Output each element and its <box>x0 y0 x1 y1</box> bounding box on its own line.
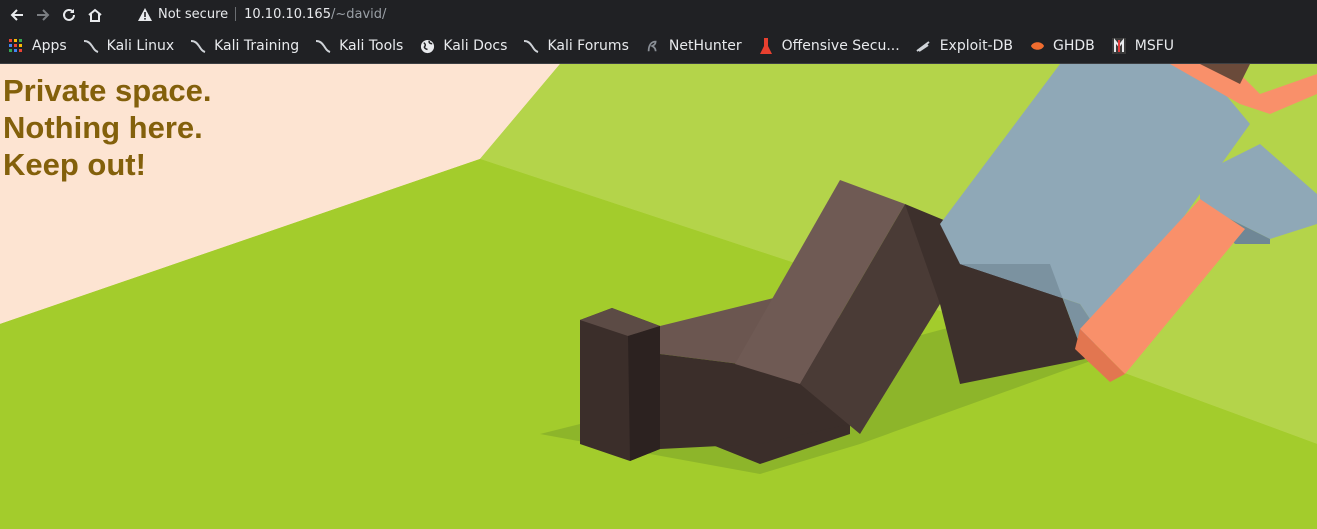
message-line: Nothing here. <box>3 110 203 145</box>
bookmark-apps[interactable]: Apps <box>0 29 75 63</box>
bookmark-kali-forums[interactable]: Kali Forums <box>515 29 636 63</box>
bookmark-kali-linux[interactable]: Kali Linux <box>75 29 182 63</box>
bookmark-nethunter[interactable]: NetHunter <box>637 29 750 63</box>
apps-grid-icon <box>8 38 24 54</box>
kali-dragon-icon <box>523 38 539 54</box>
forward-button[interactable] <box>30 2 56 28</box>
globe-icon <box>419 38 435 54</box>
back-button[interactable] <box>4 2 30 28</box>
address-bar[interactable]: Not secure 10.10.10.165/~david/ <box>136 2 386 26</box>
home-button[interactable] <box>82 2 108 28</box>
reload-icon <box>63 8 75 21</box>
bookmark-label: Kali Forums <box>547 38 629 54</box>
bookmark-label: Exploit-DB <box>939 38 1013 54</box>
warning-icon[interactable] <box>136 7 154 21</box>
bookmark-msfu[interactable]: MSFU <box>1103 29 1182 63</box>
message-text: Private space. Nothing here. Keep out! <box>3 72 212 183</box>
bookmark-offensive-security[interactable]: Offensive Secu... <box>750 29 908 63</box>
reload-button[interactable] <box>56 2 82 28</box>
nethunter-icon <box>645 38 661 54</box>
home-icon <box>88 8 102 22</box>
url-host[interactable]: 10.10.10.165 <box>244 7 331 22</box>
bookmark-exploit-db[interactable]: Exploit-DB <box>908 29 1021 63</box>
offsec-icon <box>758 38 774 54</box>
bookmark-label: Kali Linux <box>106 38 175 54</box>
bookmark-label: NetHunter <box>668 38 742 54</box>
ghdb-icon <box>1029 38 1045 54</box>
bookmarks-bar: Apps Kali Linux Kali Training Kali Tools… <box>0 29 1317 64</box>
bookmark-kali-tools[interactable]: Kali Tools <box>307 29 411 63</box>
url-path[interactable]: /~david/ <box>331 7 386 22</box>
page-content: Private space. Nothing here. Keep out! <box>0 64 1317 529</box>
bookmark-label: Kali Docs <box>443 38 508 54</box>
kali-dragon-icon <box>83 38 99 54</box>
forward-icon <box>37 8 50 21</box>
message-line: Keep out! <box>3 147 146 182</box>
bookmark-kali-docs[interactable]: Kali Docs <box>411 29 515 63</box>
bookmark-label: Kali Tools <box>339 38 404 54</box>
kali-dragon-icon <box>190 38 206 54</box>
bookmark-kali-training[interactable]: Kali Training <box>182 29 307 63</box>
bookmark-label: GHDB <box>1053 38 1095 54</box>
message-line: Private space. <box>3 73 212 108</box>
back-icon <box>10 8 23 21</box>
security-label[interactable]: Not secure <box>158 7 228 22</box>
bookmark-label: MSFU <box>1134 38 1175 54</box>
kali-dragon-icon <box>315 38 331 54</box>
bookmark-label: Kali Training <box>214 38 300 54</box>
msfu-icon <box>1111 38 1127 54</box>
bookmark-label: Offensive Secu... <box>781 38 900 54</box>
url-separator <box>235 7 237 21</box>
exploit-db-icon <box>916 38 932 54</box>
bookmark-ghdb[interactable]: GHDB <box>1021 29 1103 63</box>
bookmark-label: Apps <box>32 38 67 54</box>
